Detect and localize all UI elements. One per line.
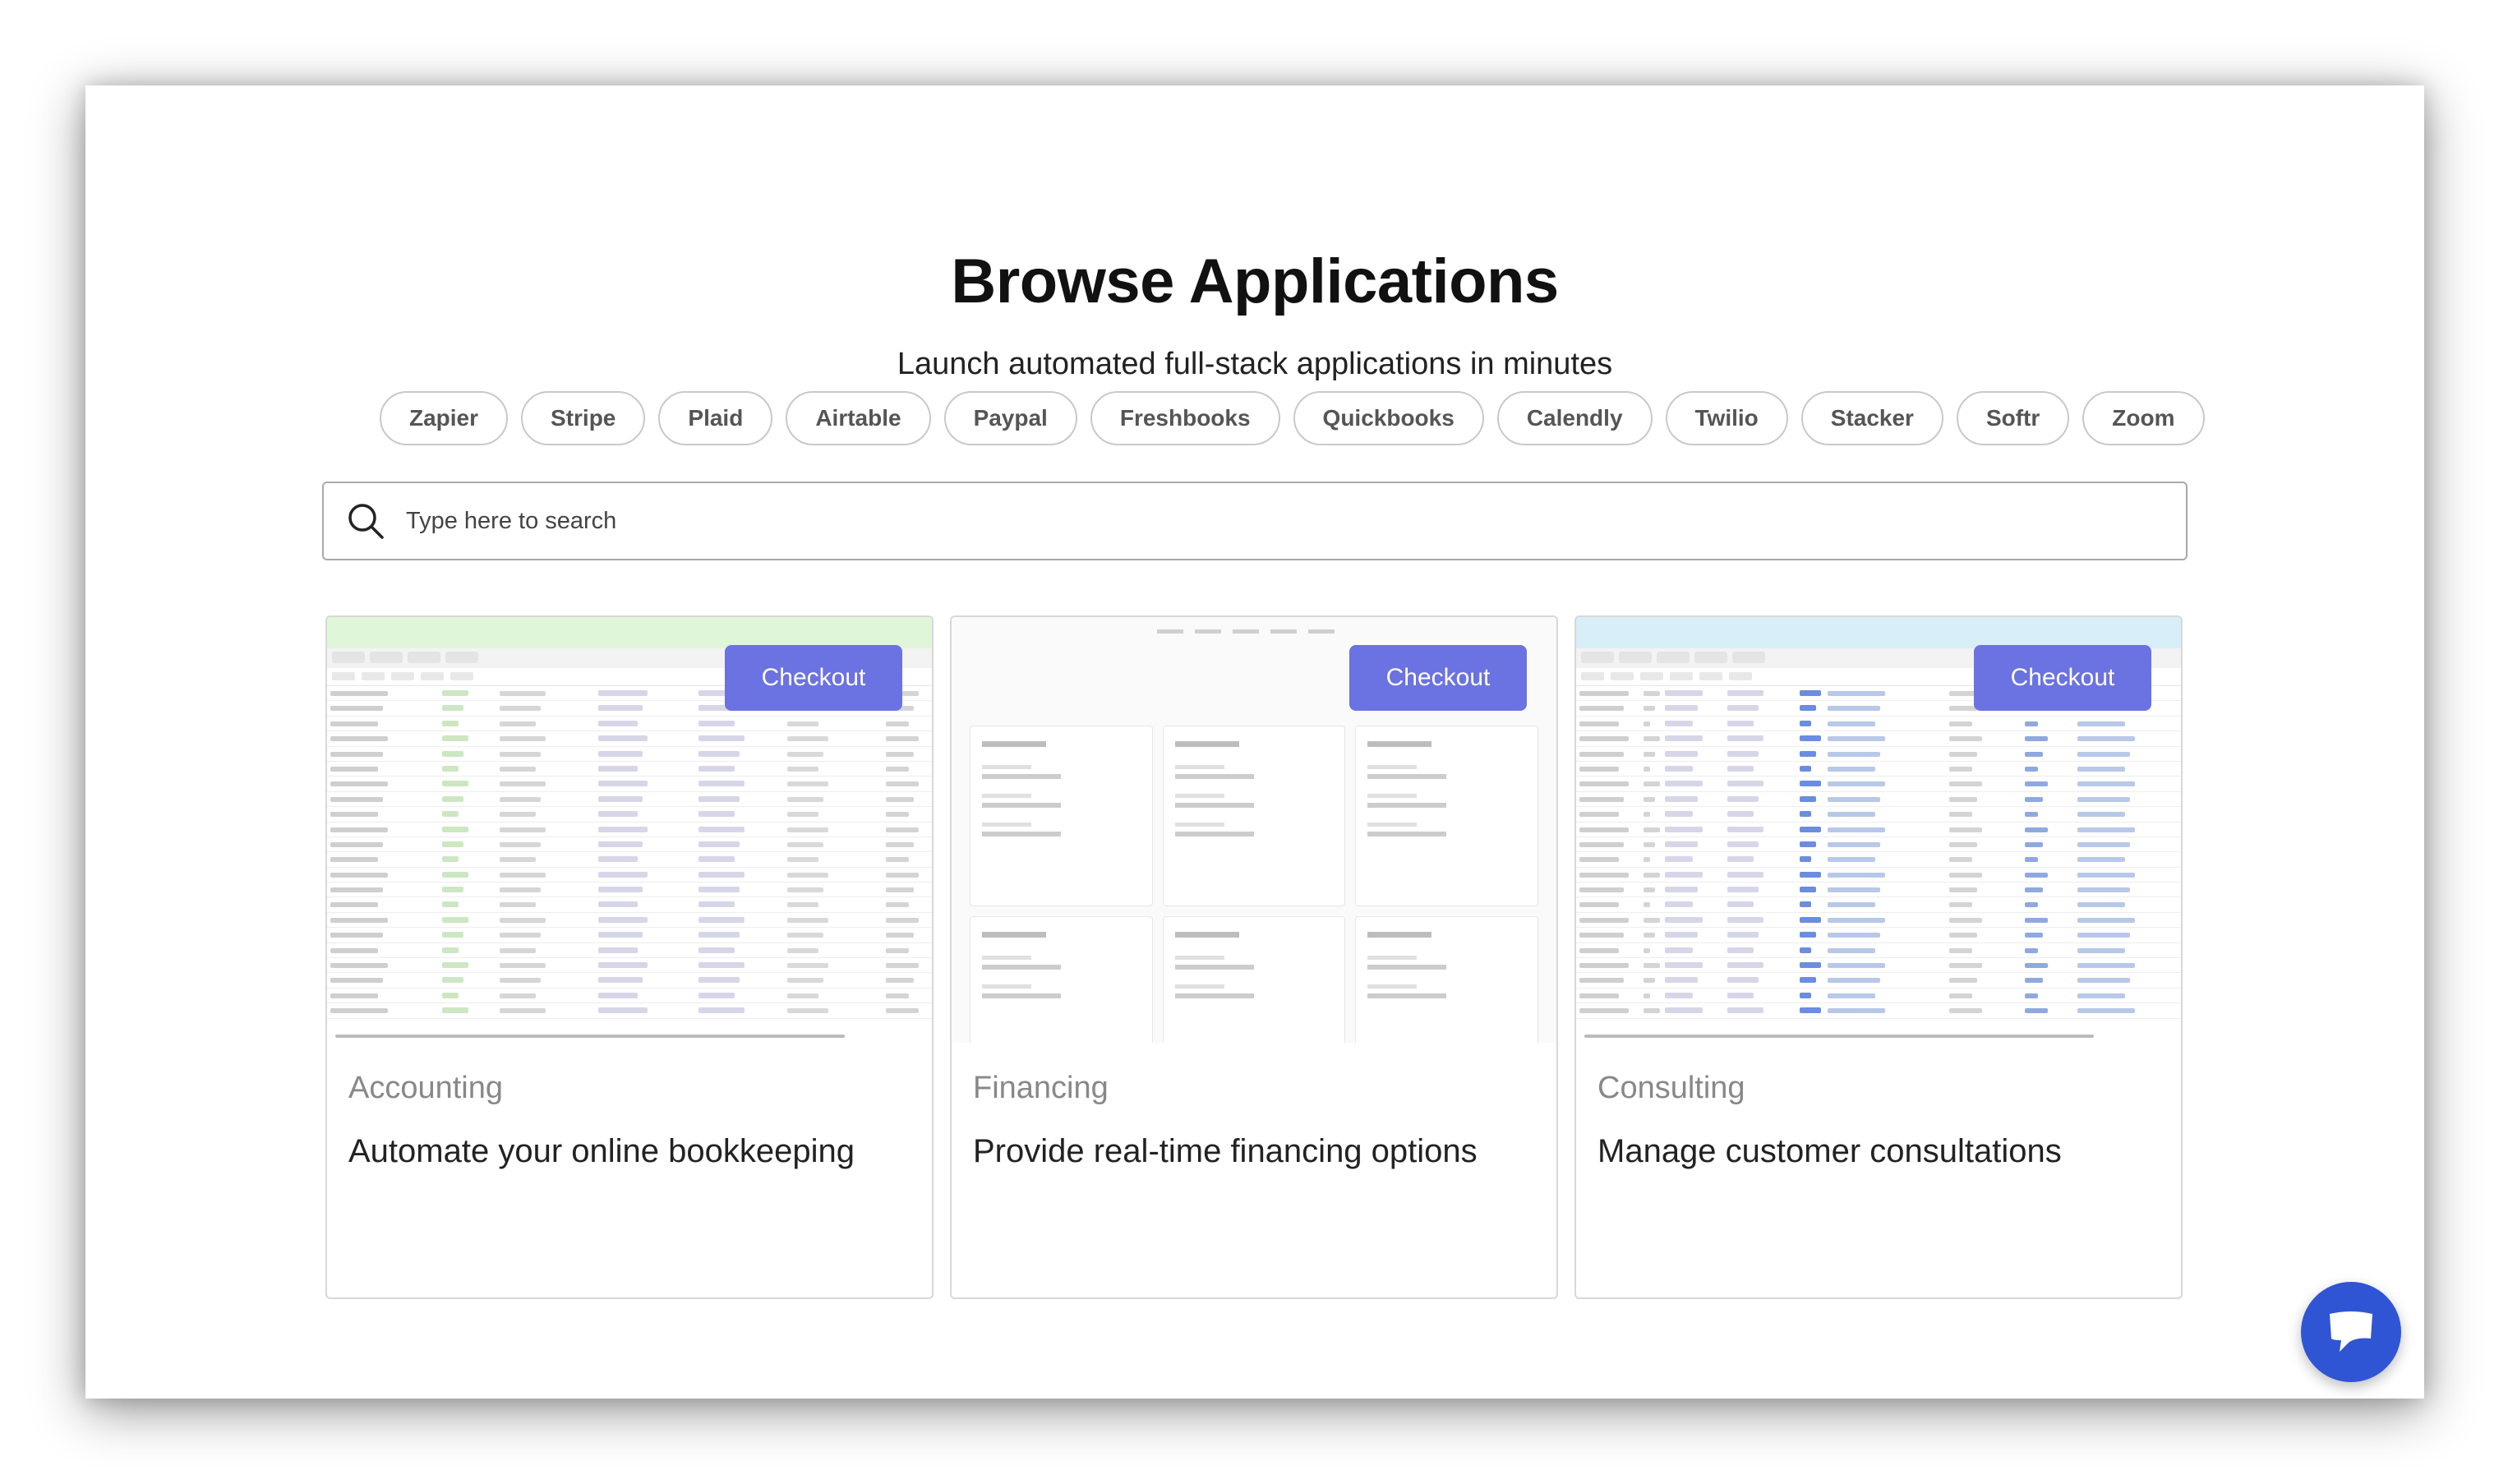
filter-chip-plaid[interactable]: Plaid [658,391,773,445]
horizontal-scrollbar[interactable] [1584,1035,2094,1038]
sheet-row [1576,852,2181,868]
sheet-row [327,777,932,792]
sheet-row [1576,883,2181,898]
sheet-row [1576,837,2181,853]
filter-chips: Zapier Stripe Plaid Airtable Paypal Fres… [380,391,2205,445]
sheet-row [1576,777,2181,792]
chat-button[interactable] [2301,1282,2401,1382]
search-bar[interactable] [322,482,2188,560]
filter-chip-softr[interactable]: Softr [1956,391,2070,445]
app-preview-accounting: Checkout [327,617,932,1043]
filter-chip-stacker[interactable]: Stacker [1800,391,1943,445]
sheet-row [327,943,932,959]
sheet-row [327,852,932,868]
card-description: Provide real-time financing options [973,1133,1478,1169]
sheet-header [1576,617,2181,648]
page-subtitle: Launch automated full-stack applications… [897,347,1613,381]
sheet-row [327,958,932,974]
sheet-row [1576,868,2181,883]
sheet-row [327,762,932,777]
preview-nav [952,617,1556,645]
sheet-row [327,717,932,732]
sheet-row [327,973,932,989]
card-category: Consulting [1597,1071,1745,1105]
card-description: Automate your online bookkeeping [348,1133,855,1169]
app-preview-financing: Checkout [952,617,1556,1043]
sheet-row [1576,731,2181,747]
sheet-row [1576,958,2181,974]
checkout-button-accounting[interactable]: Checkout [725,645,902,711]
filter-chip-freshbooks[interactable]: Freshbooks [1090,391,1280,445]
search-icon [348,504,384,539]
sheet-row [1576,717,2181,732]
app-card-consulting[interactable]: Checkout Consulting Manage customer cons… [1574,615,2183,1299]
sheet-row [1576,943,2181,959]
search-input[interactable] [406,507,2049,535]
horizontal-scrollbar[interactable] [335,1035,845,1038]
sheet-row [1576,913,2181,929]
sheet-row [327,823,932,837]
filter-chip-twilio[interactable]: Twilio [1665,391,1788,445]
sheet-row [327,1003,932,1019]
filter-chip-airtable[interactable]: Airtable [786,391,931,445]
filter-chip-quickbooks[interactable]: Quickbooks [1293,391,1484,445]
sheet-row [327,883,932,898]
filter-chip-paypal[interactable]: Paypal [943,391,1077,445]
sheet-row [327,989,932,1004]
sheet-row [327,837,932,853]
app-card-accounting[interactable]: Checkout Accounting Automate your online… [325,615,934,1299]
sheet-row [327,731,932,747]
app-preview-consulting: Checkout [1576,617,2181,1043]
sheet-row [1576,807,2181,823]
browse-applications-window: Browse Applications Launch automated ful… [85,85,2424,1399]
sheet-header [327,617,932,648]
sheet-rows [327,686,932,1019]
card-description: Manage customer consultations [1597,1133,2062,1169]
page-title: Browse Applications [951,247,1559,316]
sheet-row [327,913,932,929]
sheet-row [327,928,932,943]
sheet-row [327,868,932,883]
sheet-row [1576,823,2181,837]
card-category: Financing [973,1071,1109,1105]
checkout-button-financing[interactable]: Checkout [1349,645,1527,711]
sheet-row [327,747,932,762]
sheet-row [327,897,932,913]
sheet-row [1576,792,2181,808]
sheet-row [1576,928,2181,943]
app-card-financing[interactable]: Checkout Financing Provide real-time fin… [950,615,1558,1299]
filter-chip-zapier[interactable]: Zapier [380,391,509,445]
preview-grid [970,726,1538,1043]
filter-chip-stripe[interactable]: Stripe [521,391,646,445]
sheet-row [1576,762,2181,777]
sheet-row [327,807,932,823]
sheet-row [1576,1003,2181,1019]
sheet-row [327,792,932,808]
card-category: Accounting [348,1071,504,1105]
filter-chip-zoom[interactable]: Zoom [2082,391,2205,445]
sheet-row [1576,973,2181,989]
sheet-row [1576,747,2181,762]
filter-chip-calendly[interactable]: Calendly [1496,391,1653,445]
sheet-row [1576,989,2181,1004]
chat-icon [2330,1311,2372,1352]
sheet-row [1576,897,2181,913]
sheet-rows [1576,686,2181,1019]
checkout-button-consulting[interactable]: Checkout [1974,645,2151,711]
